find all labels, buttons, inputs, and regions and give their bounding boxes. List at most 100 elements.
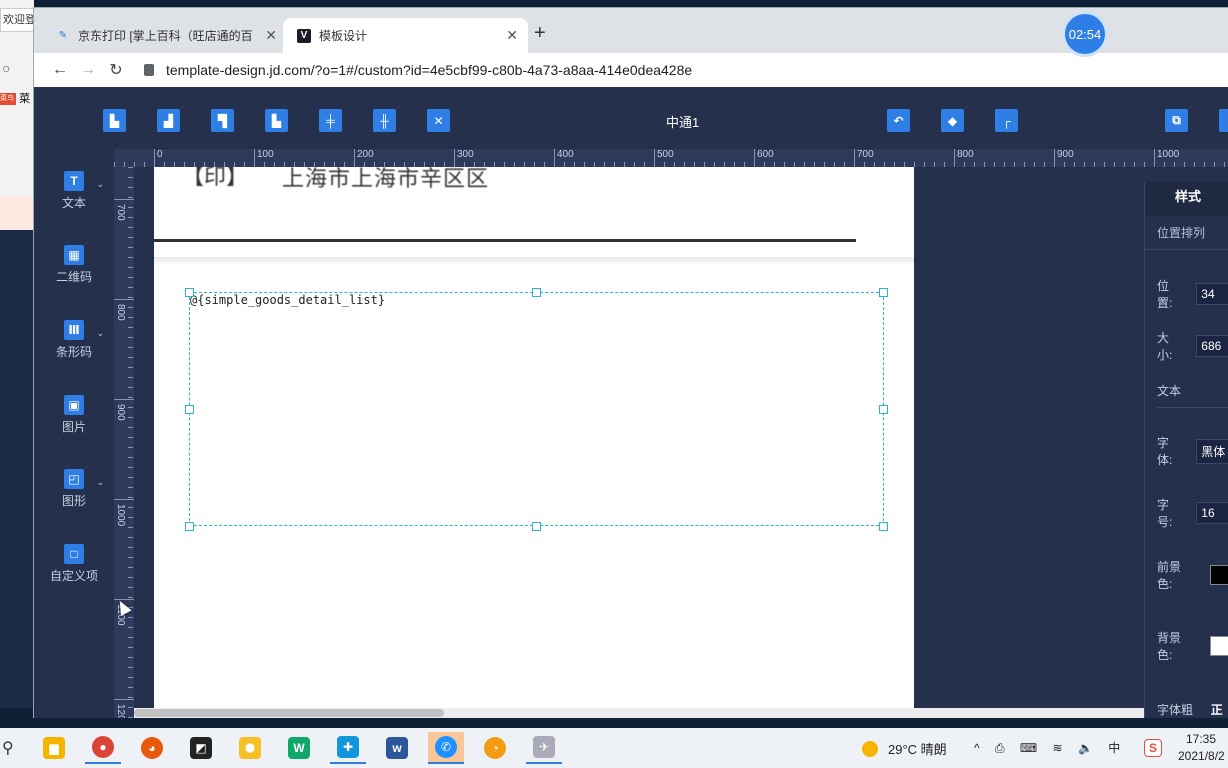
tab-template-design[interactable]: V 模板设计 ✕ [283, 18, 528, 53]
chat-icon[interactable]: ✆ [428, 732, 464, 764]
chrome-icon[interactable]: ● [85, 732, 121, 764]
more-button[interactable] [1219, 109, 1228, 132]
design-canvas[interactable]: 【印】 上海市上海市辛区区 @{simple_goods_detail_list… [134, 167, 1228, 708]
app-icon[interactable]: ✚ [330, 732, 366, 764]
system-tray[interactable]: ^ ⎙ ⌨ ≋ 🔈 中 [974, 739, 1126, 756]
font-weight-select[interactable]: 正常 [1211, 701, 1228, 718]
recording-timer[interactable]: 02:54 [1062, 11, 1108, 57]
sidebar-item-text[interactable]: T ⌄ 文本 [48, 171, 104, 211]
taskbar: ⚲ ▆ ● ◕ ◩ ⬢ W ✚ w ✆ ◔ ✈ 29°C 晴朗 ^ ⎙ ⌨ ≋ … [0, 728, 1228, 768]
text-icon: T [64, 171, 84, 191]
resize-handle[interactable] [879, 522, 888, 531]
ruler-tick: 800 [954, 149, 974, 167]
lock-icon [144, 64, 154, 76]
barcode-icon: Ⅲ [64, 320, 84, 340]
pen-icon: ✎ [58, 30, 68, 41]
delete-icon[interactable]: ✕ [427, 109, 450, 132]
label-page[interactable]: 【印】 上海市上海市辛区区 @{simple_goods_detail_list… [154, 167, 914, 708]
sidebar-item-image[interactable]: ▣ 图片 [48, 395, 100, 435]
firefox-icon[interactable]: ◕ [134, 732, 170, 764]
forward-icon[interactable]: → [74, 61, 102, 79]
close-icon[interactable]: ✕ [265, 27, 277, 44]
size-input[interactable]: 686 [1196, 335, 1228, 357]
sogou-icon[interactable]: S [1140, 732, 1166, 764]
background-favorite[interactable]: 菜鸟 菜 [0, 90, 30, 106]
divider-line[interactable] [154, 239, 856, 242]
component-sidebar: T ⌄ 文本 ▦ 二维码 Ⅲ ⌄ 条形码 ▣ 图片 ◰ ⌄ 图形 □ 自定义项 [34, 149, 114, 718]
align-top-icon[interactable]: ▜ [211, 109, 234, 132]
weather-widget[interactable]: 29°C 晴朗 [862, 739, 947, 758]
corner-icon[interactable]: ┌ [995, 109, 1018, 132]
resize-handle[interactable] [532, 522, 541, 531]
reload-icon[interactable]: ↻ [102, 60, 130, 80]
size-row: 大小: 686 [1157, 329, 1228, 363]
tab-jd-print[interactable]: ✎ 京东打印 [掌上百科（旺店通的百 ✕ [42, 18, 287, 53]
font-size-input[interactable]: 16 [1196, 502, 1228, 524]
selected-field[interactable]: @{simple_goods_detail_list} [185, 288, 888, 531]
position-row: 位置: 34 [1157, 277, 1228, 311]
resize-handle[interactable] [185, 522, 194, 531]
properties-panel: 样式 位置排列 位置: 34 大小: 686 文本 字体: 黑体 字号: 16 [1144, 182, 1228, 718]
back-icon[interactable]: ← [46, 61, 74, 79]
sidebar-item-barcode[interactable]: Ⅲ ⌄ 条形码 [48, 320, 104, 360]
bg-color-row: 背景色: [1157, 629, 1228, 663]
align-left-icon[interactable]: ▙ [103, 109, 126, 132]
sun-icon [862, 740, 878, 757]
audio-icon[interactable]: ◔ [477, 732, 513, 764]
url-input[interactable]: template-design.jd.com/?o=1#/custom?id=4… [138, 56, 1228, 84]
resize-handle[interactable] [185, 288, 194, 297]
close-icon[interactable]: ✕ [506, 27, 518, 44]
undo-icon[interactable]: ↶ [887, 109, 910, 132]
resize-handle[interactable] [532, 288, 541, 297]
align-center-vertical-icon[interactable]: ╫ [373, 109, 396, 132]
fg-color-row: 前景色: [1157, 558, 1228, 592]
new-tab-button[interactable]: + [534, 22, 546, 45]
position-input[interactable]: 34 [1196, 283, 1228, 305]
sidebar-item-shape[interactable]: ◰ ⌄ 图形 [48, 469, 104, 509]
bg-color-picker[interactable] [1210, 636, 1228, 656]
chevron-down-icon: ⌄ [96, 179, 104, 189]
font-select[interactable]: 黑体 [1196, 438, 1228, 464]
ruler-tick: 1000 [1154, 149, 1179, 167]
horizontal-scrollbar[interactable] [134, 708, 1228, 718]
search-icon[interactable]: ⚲ [2, 738, 14, 758]
plane-icon[interactable]: ✈ [526, 732, 562, 764]
sidebar-item-qrcode[interactable]: ▦ 二维码 [48, 245, 100, 285]
align-right-icon[interactable]: ▟ [157, 109, 180, 132]
eraser-icon[interactable]: ◆ [941, 109, 964, 132]
search-icon[interactable]: ○ [2, 60, 10, 76]
wps-writer-icon[interactable]: W [281, 732, 317, 764]
font-row: 字体: 黑体 [1157, 434, 1228, 468]
ruler-tick: 200 [354, 149, 374, 167]
tab-style[interactable]: 样式 [1145, 182, 1228, 216]
background-tab[interactable]: 欢迎登录 [0, 8, 34, 32]
custom-field-icon: □ [64, 544, 84, 564]
align-center-horizontal-icon[interactable]: ╪ [319, 109, 342, 132]
sidebar-item-custom[interactable]: □ 自定义项 [48, 544, 100, 584]
ruler-tick: 800 [114, 299, 134, 321]
fg-color-picker[interactable] [1210, 565, 1228, 585]
ruler-tick: 700 [854, 149, 874, 167]
sticky-notes-icon[interactable]: ◩ [183, 732, 219, 764]
code-view-icon[interactable]: ⧉ [1165, 109, 1188, 132]
package-icon[interactable]: ⬢ [232, 732, 268, 764]
font-weight-row: 字体粗细: 正常 [1157, 701, 1228, 718]
scrollbar-thumb[interactable] [134, 709, 444, 717]
section-text: 文本 [1157, 382, 1228, 408]
page-header: 【印】 上海市上海市辛区区 [154, 167, 914, 257]
ruler-tick: 300 [454, 149, 474, 167]
ruler-tick: 900 [114, 399, 134, 421]
word-icon[interactable]: w [379, 732, 415, 764]
file-explorer-icon[interactable]: ▆ [36, 732, 72, 764]
ruler-tick: 700 [114, 199, 134, 221]
align-bottom-icon[interactable]: ▙ [265, 109, 288, 132]
template-logo-icon: V [297, 28, 311, 43]
background-window: 欢迎登录 ○ 菜鸟 菜 [0, 0, 34, 708]
resize-handle[interactable] [879, 405, 888, 414]
resize-handle[interactable] [185, 405, 194, 414]
favorite-icon: 菜鸟 [0, 93, 16, 106]
font-size-row: 字号: 16 [1157, 496, 1228, 530]
system-clock[interactable]: 17:35 2021/8/2 [1178, 731, 1225, 765]
resize-handle[interactable] [879, 288, 888, 297]
address-bar: ← → ↻ template-design.jd.com/?o=1#/custo… [34, 53, 1228, 87]
